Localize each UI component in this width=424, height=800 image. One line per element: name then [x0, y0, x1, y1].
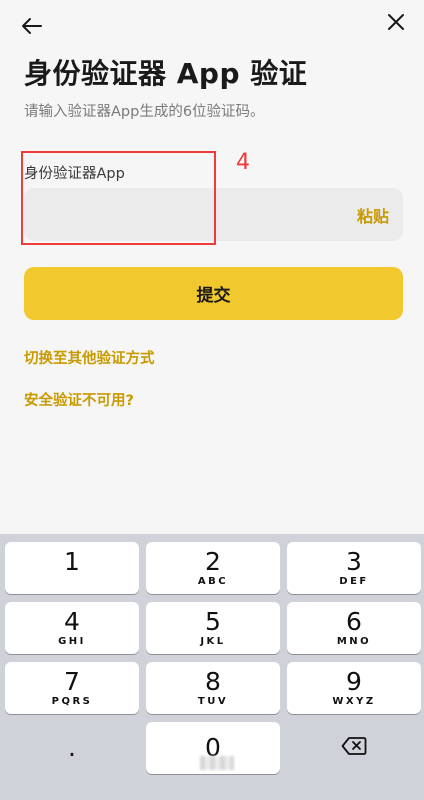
key-letters: MNO [336, 635, 372, 647]
key-letters: ABC [197, 575, 229, 587]
page-title: 身份验证器 App 验证 [24, 57, 308, 90]
annotation-highlight-box [21, 151, 216, 245]
key-digit: 8 [205, 666, 221, 696]
top-bar [0, 0, 424, 50]
key-digit: 1 [64, 546, 80, 576]
key-digit: 9 [346, 666, 362, 696]
key-digit: 6 [346, 606, 362, 636]
close-icon[interactable] [382, 8, 410, 36]
key-digit: 2 [205, 546, 221, 576]
key-digit: 5 [205, 606, 221, 636]
switch-verification-method-link[interactable]: 切换至其他验证方式 [24, 347, 155, 368]
delete-key[interactable] [287, 722, 421, 774]
key-letters: TUV [197, 695, 229, 707]
key-9[interactable]: 9 WXYZ [287, 662, 421, 714]
key-3[interactable]: 3 DEF [287, 542, 421, 594]
key-0[interactable]: 0 [146, 722, 280, 774]
key-letters: JKL [200, 635, 226, 647]
key-5[interactable]: 5 JKL [146, 602, 280, 654]
key-letters: PQRS [51, 695, 93, 707]
key-4[interactable]: 4 GHI [5, 602, 139, 654]
security-verification-unavailable-link[interactable]: 安全验证不可用? [24, 389, 134, 410]
submit-button[interactable]: 提交 [24, 267, 403, 320]
key-1[interactable]: 1 [5, 542, 139, 594]
backspace-icon [341, 736, 367, 760]
paste-button[interactable]: 粘贴 [357, 188, 389, 241]
key-digit: 4 [64, 606, 80, 636]
blurred-region [200, 756, 234, 770]
key-digit: . [68, 733, 76, 762]
key-digit: 3 [346, 546, 362, 576]
key-2[interactable]: 2 ABC [146, 542, 280, 594]
key-dot[interactable]: . [5, 722, 139, 774]
key-letters: WXYZ [332, 695, 376, 707]
key-8[interactable]: 8 TUV [146, 662, 280, 714]
key-letters: GHI [58, 635, 86, 647]
key-letters: DEF [339, 575, 369, 587]
numeric-keyboard: 1 2 ABC 3 DEF 4 GHI 5 JKL 6 MNO 7 PQRS 8… [0, 534, 424, 800]
key-7[interactable]: 7 PQRS [5, 662, 139, 714]
arrow-left-icon[interactable] [18, 12, 46, 40]
key-digit: 7 [64, 666, 80, 696]
key-6[interactable]: 6 MNO [287, 602, 421, 654]
annotation-number: 4 [236, 150, 250, 175]
page-subtitle: 请输入验证器App生成的6位验证码。 [24, 104, 265, 120]
